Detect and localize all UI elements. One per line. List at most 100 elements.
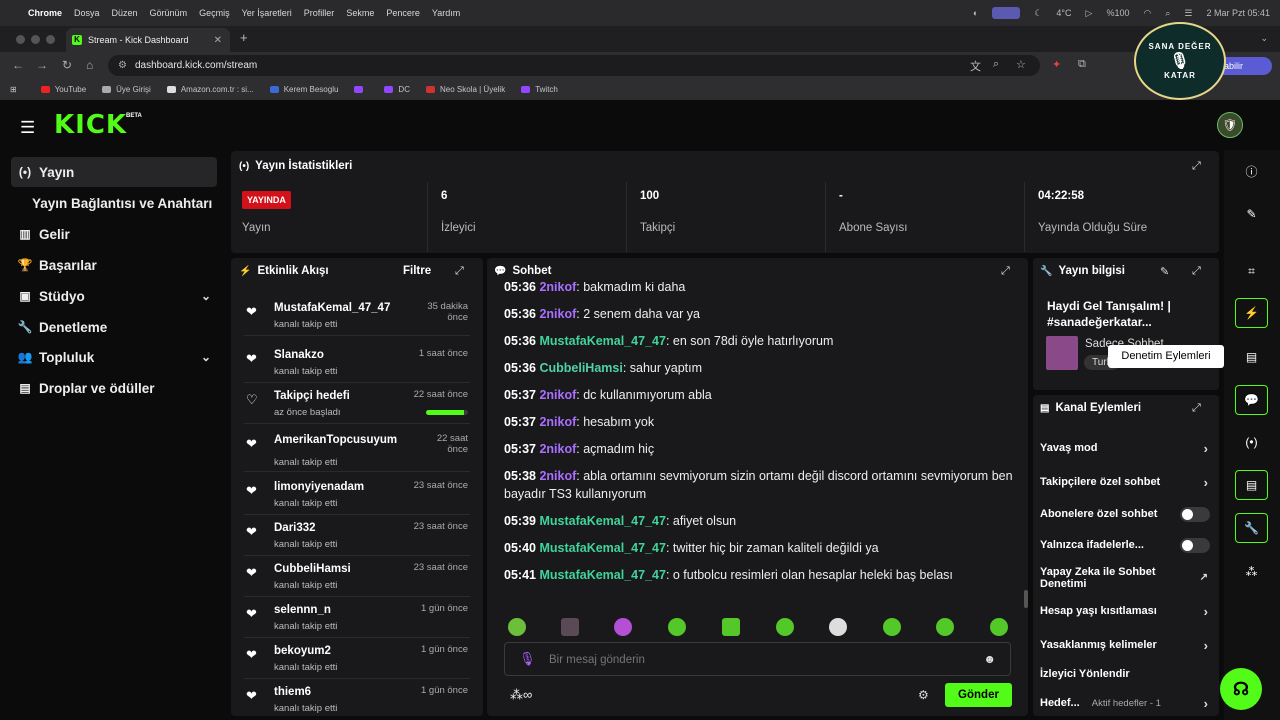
- translate-icon[interactable]: 文: [970, 58, 981, 74]
- list-item[interactable]: ❤ AmerikanTopcusuyum kanalı takip etti 2…: [244, 426, 470, 472]
- menu-window[interactable]: Pencere: [386, 8, 420, 18]
- zoom-icon[interactable]: ⌕: [993, 58, 999, 71]
- sidebar-item-studio[interactable]: ▣ Stüdyo ⌄: [11, 281, 217, 311]
- edit-icon[interactable]: ✎: [1160, 265, 1169, 278]
- bookmark-star-icon[interactable]: ☆: [1016, 58, 1026, 71]
- chat-icon[interactable]: 💬: [1235, 385, 1268, 415]
- emote-icon[interactable]: [990, 618, 1008, 636]
- sidebar-item-achievements[interactable]: 🏆 Başarılar: [11, 250, 217, 280]
- list-item[interactable]: ❤ MustafaKemal_47_47 kanalı takip etti 3…: [244, 294, 470, 336]
- emote-icon[interactable]: [829, 618, 847, 636]
- wifi-icon[interactable]: ◠: [1143, 8, 1151, 19]
- emote-icon[interactable]: [883, 618, 901, 636]
- emoji-icon[interactable]: ☻: [983, 652, 996, 666]
- home-icon[interactable]: ⌂: [86, 58, 93, 72]
- list-item[interactable]: ❤ Dari332 kanalı takip etti 23 saat önce: [244, 514, 470, 556]
- kick-points-icon[interactable]: ⁂∞: [510, 687, 532, 703]
- browser-tab[interactable]: K Stream - Kick Dashboard ✕: [66, 28, 230, 52]
- menu-history[interactable]: Geçmiş: [199, 8, 230, 18]
- list-item[interactable]: ❤ limonyiyenadam kanalı takip etti 23 sa…: [244, 473, 470, 515]
- emote-icon[interactable]: [936, 618, 954, 636]
- expand-icon[interactable]: ⤢: [455, 265, 464, 278]
- kick-logo[interactable]: KICK: [54, 110, 127, 140]
- microphone-icon[interactable]: 🎙: [519, 651, 536, 667]
- edit-icon[interactable]: ✎: [1235, 199, 1268, 229]
- list-item[interactable]: ❤ thiem6 kanalı takip etti 1 gün önce: [244, 678, 470, 714]
- broadcast-icon[interactable]: (•): [1235, 427, 1268, 457]
- address-bar[interactable]: ⚙ dashboard.kick.com/stream: [108, 55, 1040, 76]
- menu-file[interactable]: Dosya: [74, 8, 100, 18]
- host-row[interactable]: İzleyici Yönlendir: [1040, 659, 1212, 689]
- screen-mirroring-icon[interactable]: [992, 7, 1021, 19]
- url-text[interactable]: dashboard.kick.com/stream: [135, 60, 257, 71]
- list-item[interactable]: ❤ Slanakzo kanalı takip etti 1 saat önce: [244, 341, 470, 383]
- list-item[interactable]: ❤ selennn_n kanalı takip etti 1 gün önce: [244, 596, 470, 638]
- channel-actions-icon[interactable]: ▤: [1235, 470, 1268, 500]
- weather-temp[interactable]: 4°C: [1056, 8, 1071, 18]
- chat-messages[interactable]: 05:36 2nikof: bakmadım ki daha 05:36 2ni…: [487, 282, 1028, 610]
- info-icon[interactable]: ⓘ: [1235, 156, 1268, 186]
- bookmark-neo-skola[interactable]: Neo Skola | Üyelik: [425, 85, 505, 94]
- menu-hamburger-icon[interactable]: ☰: [20, 118, 35, 138]
- screen-capture-icon[interactable]: ⌗: [1235, 256, 1268, 286]
- activity-feed-icon[interactable]: ⚡: [1235, 298, 1268, 328]
- account-age-row[interactable]: Hesap yaşı kısıtlaması ›: [1040, 596, 1212, 626]
- new-tab-icon[interactable]: +: [240, 30, 248, 45]
- chat-input[interactable]: [549, 650, 949, 670]
- sidebar-item-drops[interactable]: ▤ Droplar ve ödüller: [11, 373, 217, 403]
- menu-view[interactable]: Görünüm: [150, 8, 188, 18]
- sidebar-item-moderation[interactable]: 🔧 Denetleme: [11, 312, 217, 342]
- sidebar-item-revenue[interactable]: ▥ Gelir: [11, 219, 217, 249]
- expand-icon[interactable]: ⤢: [1001, 265, 1010, 278]
- control-icon[interactable]: ◐: [973, 8, 978, 18]
- sidebar-item-stream[interactable]: (•) Yayın: [11, 157, 217, 187]
- goals-row[interactable]: Hedef... Aktif hedefler - 1 ›: [1040, 688, 1212, 718]
- bookmark-twitch-1[interactable]: [354, 85, 368, 93]
- bookmark-dc[interactable]: DC: [384, 85, 410, 94]
- tab-search-icon[interactable]: ⌄: [1260, 33, 1268, 44]
- play-icon[interactable]: ▷: [1086, 8, 1093, 19]
- emote-icon[interactable]: [722, 618, 740, 636]
- followers-only-row[interactable]: Takipçilere özel sohbet ›: [1040, 467, 1212, 497]
- extensions-puzzle-icon[interactable]: ⧉: [1078, 58, 1086, 71]
- search-icon[interactable]: ⌕: [1165, 8, 1170, 19]
- slow-mode-row[interactable]: Yavaş mod ›: [1040, 433, 1212, 463]
- list-item[interactable]: ❤ CubbeliHamsi kanalı takip etti 23 saat…: [244, 555, 470, 597]
- emote-icon[interactable]: [776, 618, 794, 636]
- minimize-window-button[interactable]: [31, 35, 40, 44]
- forward-icon[interactable]: →: [36, 58, 48, 72]
- menu-help[interactable]: Yardım: [432, 8, 460, 18]
- bookmark-kerem[interactable]: Kerem Besoglu: [269, 85, 338, 94]
- emote-icon[interactable]: [668, 618, 686, 636]
- battery-text[interactable]: %100: [1106, 8, 1129, 18]
- emotes-only-toggle[interactable]: [1180, 537, 1210, 553]
- expand-icon[interactable]: ⤢: [1192, 402, 1201, 415]
- kick-points-icon[interactable]: ⁂: [1235, 557, 1268, 587]
- clock[interactable]: 2 Mar Pzt 05:41: [1206, 8, 1270, 18]
- close-tab-icon[interactable]: ✕: [214, 35, 222, 46]
- emote-icon[interactable]: [561, 618, 579, 636]
- bookmark-twitch[interactable]: Twitch: [521, 85, 558, 94]
- back-icon[interactable]: ←: [12, 58, 24, 72]
- sidebar-item-stream-key[interactable]: Yayın Bağlantısı ve Anahtarı: [11, 188, 217, 218]
- list-item[interactable]: ♡ Takipçi hedefi az önce başladı 22 saat…: [244, 382, 470, 424]
- moderation-actions-icon[interactable]: ▤: [1235, 342, 1268, 372]
- expand-icon[interactable]: ⤢: [1192, 265, 1201, 278]
- expand-icon[interactable]: ⤢: [1192, 160, 1201, 173]
- reload-icon[interactable]: ↻: [62, 58, 72, 72]
- menu-edit[interactable]: Düzen: [112, 8, 138, 18]
- banned-words-row[interactable]: Yasaklanmış kelimeler ›: [1040, 630, 1212, 660]
- user-avatar[interactable]: 🛡: [1217, 112, 1243, 138]
- close-window-button[interactable]: [16, 35, 25, 44]
- wrench-icon[interactable]: 🔧: [1235, 513, 1268, 543]
- site-info-icon[interactable]: ⚙: [118, 60, 127, 71]
- subscribers-only-toggle[interactable]: [1180, 506, 1210, 522]
- menu-app-name[interactable]: Chrome: [28, 8, 62, 18]
- filter-button[interactable]: Filtre: [403, 265, 431, 277]
- sidebar-item-community[interactable]: 👥 Topluluk ⌄: [11, 342, 217, 372]
- zoom-window-button[interactable]: [46, 35, 55, 44]
- send-button[interactable]: Gönder: [945, 683, 1012, 707]
- menu-bookmarks[interactable]: Yer İşaretleri: [242, 8, 292, 18]
- emote-icon[interactable]: [614, 618, 632, 636]
- extension-icon[interactable]: ✦: [1052, 58, 1061, 71]
